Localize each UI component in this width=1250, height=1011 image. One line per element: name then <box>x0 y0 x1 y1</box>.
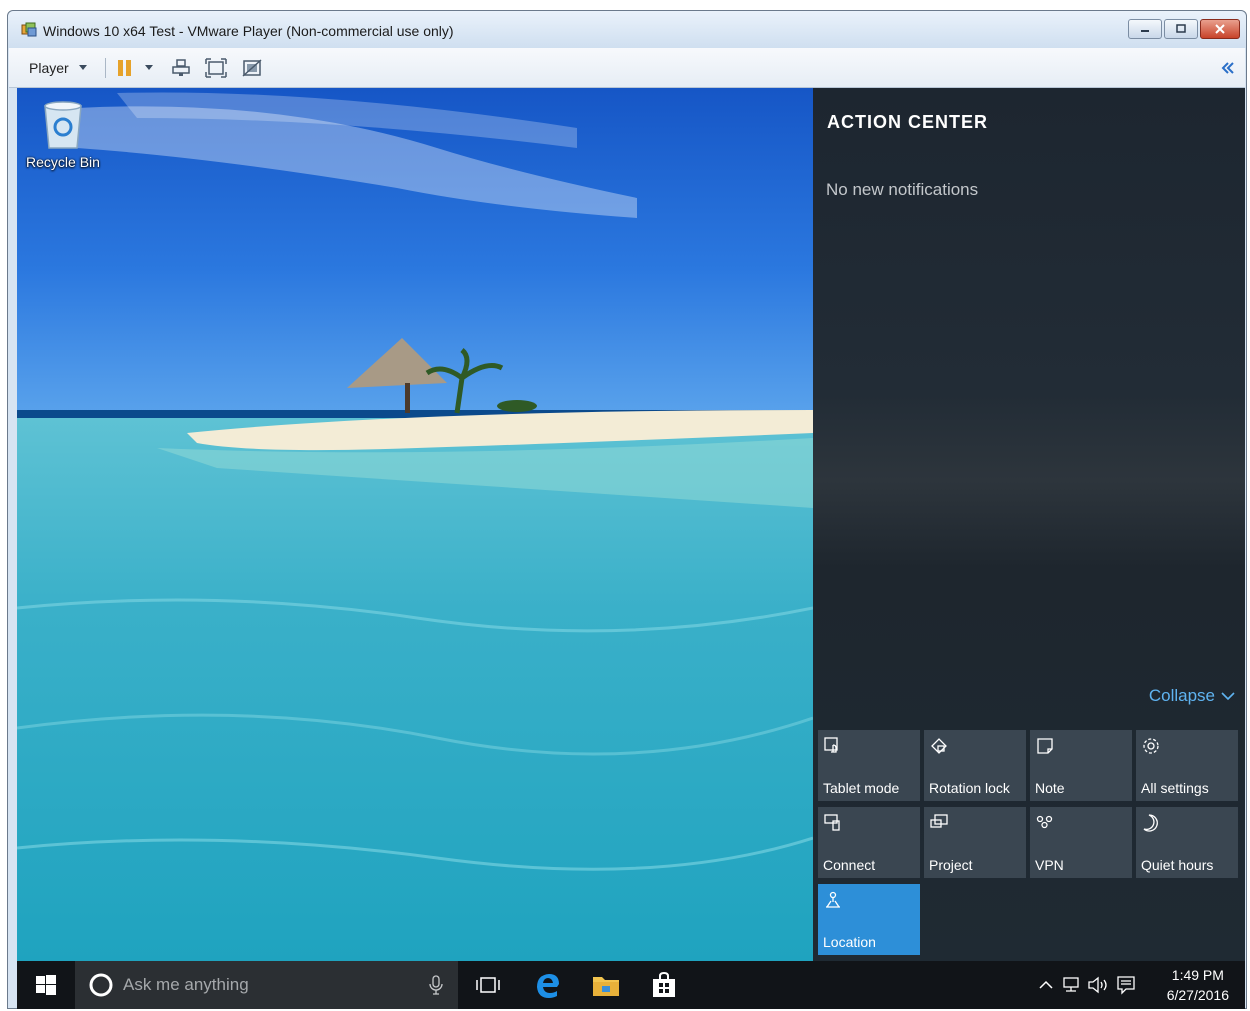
task-view-icon <box>476 977 500 993</box>
chevron-down-icon <box>78 65 87 70</box>
quick-action-quiet-hours[interactable]: Quiet hours <box>1136 807 1238 878</box>
quick-action-connect[interactable]: Connect <box>818 807 920 878</box>
fit-window-icon <box>205 57 227 78</box>
recycle-bin-icon <box>44 101 82 149</box>
vmware-toolbar: Player <box>9 48 1245 88</box>
search-placeholder: Ask me anything <box>123 975 249 994</box>
show-hidden-icons-button[interactable] <box>1035 975 1057 995</box>
tile-label: Connect <box>823 857 876 873</box>
unity-mode-icon <box>242 58 262 77</box>
quick-action-tablet-mode[interactable]: Tablet mode <box>818 730 920 801</box>
volume-button[interactable] <box>1087 975 1109 995</box>
tile-label: Quiet hours <box>1141 857 1214 873</box>
network-icon <box>1063 977 1079 992</box>
speaker-icon <box>1088 976 1107 994</box>
vmware-app-icon <box>21 22 37 37</box>
action-center-title: ACTION CENTER <box>827 112 988 132</box>
guest-screen[interactable]: Recycle Bin ACTION CENTER No new notific… <box>17 88 1245 1009</box>
moon-icon <box>1143 814 1158 832</box>
project-icon <box>930 814 948 828</box>
tile-label: Project <box>929 857 973 873</box>
edge-browser-icon <box>537 974 559 998</box>
folder-icon <box>593 977 619 996</box>
window-title: Windows 10 x64 Test - VMware Player (Non… <box>43 23 454 39</box>
notification-icon <box>1117 976 1135 995</box>
collapse-button[interactable]: Collapse <box>1149 686 1235 706</box>
recycle-bin-desktop-icon[interactable]: Recycle Bin <box>23 100 103 170</box>
store-bag-icon <box>653 972 675 997</box>
task-view-button[interactable] <box>463 961 513 1009</box>
action-center-panel: ACTION CENTER No new notifications Colla… <box>813 88 1245 961</box>
tablet-mode-icon <box>824 737 838 753</box>
double-chevron-left-icon <box>1221 61 1234 74</box>
no-notifications-message: No new notifications <box>826 180 979 199</box>
connect-icon <box>824 814 840 831</box>
settings-gear-icon <box>1143 738 1159 754</box>
microphone-icon[interactable] <box>429 975 443 995</box>
chevron-up-icon <box>1039 980 1053 989</box>
system-tray: 1:49 PM 6/27/2016 <box>1035 961 1245 1009</box>
rotation-lock-icon <box>931 738 947 754</box>
title-bar[interactable]: Windows 10 x64 Test - VMware Player (Non… <box>8 11 1246 48</box>
maximize-icon <box>1176 24 1186 33</box>
tile-label: Tablet mode <box>823 780 900 796</box>
vmware-player-window: Windows 10 x64 Test - VMware Player (Non… <box>7 10 1247 1009</box>
tile-label: VPN <box>1035 857 1064 873</box>
tile-label: Location <box>823 934 876 950</box>
player-menu-label: Player <box>29 59 69 76</box>
close-button[interactable] <box>1200 19 1240 39</box>
maximize-button[interactable] <box>1164 19 1198 39</box>
desktop-wallpaper <box>17 88 813 961</box>
action-center-button[interactable] <box>1115 975 1137 995</box>
store-button[interactable] <box>639 961 689 1009</box>
network-button[interactable] <box>1061 975 1083 995</box>
fit-guest-button[interactable] <box>205 48 227 87</box>
taskbar: Ask me anything 1:49 PM 6/27/2016 <box>17 961 1245 1009</box>
cortana-circle-icon <box>89 973 113 997</box>
tile-label: Note <box>1035 780 1065 796</box>
chevron-down-icon <box>145 65 153 70</box>
tile-label: Rotation lock <box>929 780 1010 796</box>
close-icon <box>1215 24 1225 34</box>
ctrl-alt-del-icon <box>172 58 190 76</box>
quick-action-project[interactable]: Project <box>924 807 1026 878</box>
recycle-bin-label: Recycle Bin <box>26 154 100 170</box>
location-icon <box>826 891 840 908</box>
windows-logo-icon <box>36 975 56 995</box>
collapse-label: Collapse <box>1148 686 1215 705</box>
clock-date: 6/27/2016 <box>1166 987 1229 1003</box>
player-menu-button[interactable]: Player <box>29 48 87 87</box>
show-library-button[interactable] <box>1221 48 1235 87</box>
pause-icon <box>118 59 131 76</box>
quick-action-vpn[interactable]: VPN <box>1030 807 1132 878</box>
toolbar-divider <box>105 58 106 78</box>
edge-browser-button[interactable] <box>523 961 573 1009</box>
chevron-down-icon <box>1221 692 1235 701</box>
minimize-icon <box>1141 30 1149 32</box>
clock-time: 1:49 PM <box>1171 967 1224 983</box>
quick-action-all-settings[interactable]: All settings <box>1136 730 1238 801</box>
quick-action-rotation-lock[interactable]: Rotation lock <box>924 730 1026 801</box>
start-button[interactable] <box>17 961 75 1009</box>
vpn-icon <box>1036 815 1053 829</box>
pause-button[interactable] <box>117 48 153 87</box>
clock[interactable]: 1:49 PM 6/27/2016 <box>1167 965 1229 1005</box>
tile-label: All settings <box>1141 780 1209 796</box>
quick-action-location[interactable]: Location <box>818 884 920 955</box>
quick-action-note[interactable]: Note <box>1030 730 1132 801</box>
file-explorer-button[interactable] <box>581 961 631 1009</box>
unity-mode-button[interactable] <box>241 48 263 87</box>
minimize-button[interactable] <box>1128 19 1162 39</box>
cortana-search-box[interactable]: Ask me anything <box>75 961 458 1009</box>
send-ctrl-alt-del-button[interactable] <box>171 48 191 87</box>
note-icon <box>1037 738 1053 754</box>
